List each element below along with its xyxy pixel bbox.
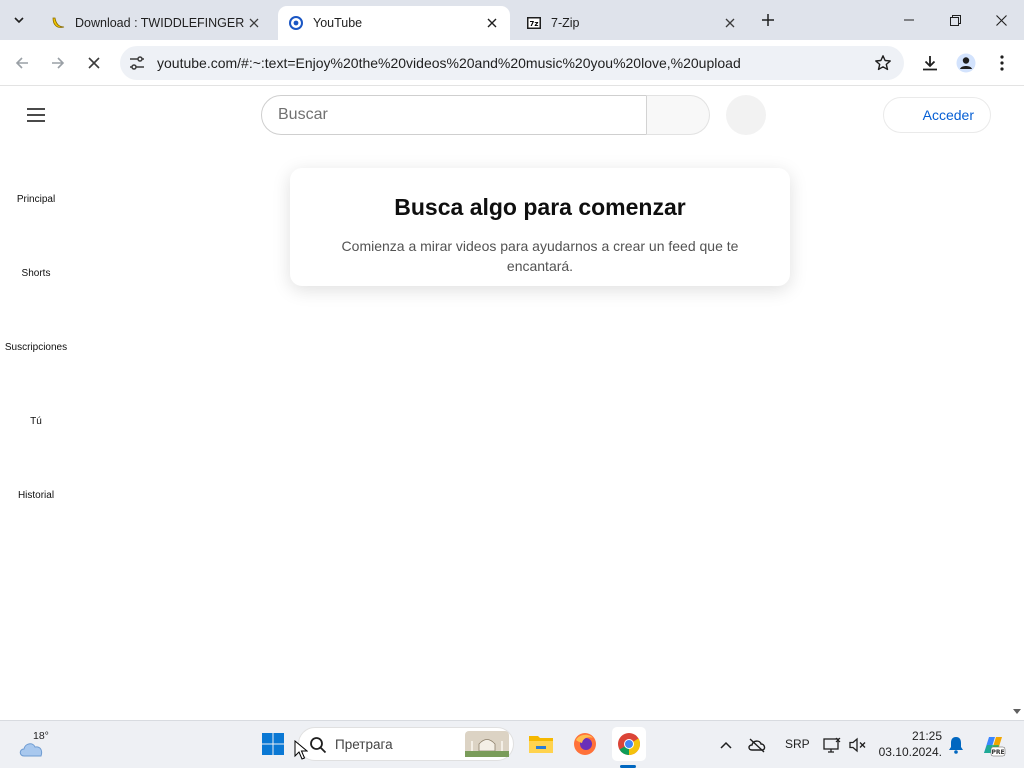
restore-button[interactable]	[932, 0, 978, 40]
empty-feed-message: Comienza a mirar videos para ayudarnos a…	[341, 238, 739, 274]
sidebar-item-label: Tú	[30, 416, 42, 427]
tab-title: 7-Zip	[551, 16, 580, 30]
close-tab-icon[interactable]	[484, 15, 500, 31]
back-button[interactable]	[8, 49, 36, 77]
taskbar-search[interactable]: Претрага	[298, 727, 514, 761]
svg-text:7z: 7z	[530, 20, 539, 28]
url-text: youtube.com/#:~:text=Enjoy%20the%20video…	[157, 55, 741, 71]
tab-search-button[interactable]	[6, 7, 32, 33]
sidebar-item-suscripciones[interactable]: Suscripciones	[0, 342, 72, 353]
browser-toolbar: youtube.com/#:~:text=Enjoy%20the%20video…	[0, 40, 1024, 86]
notifications-button[interactable]	[946, 733, 966, 757]
sidebar-item-principal[interactable]: Principal	[0, 194, 72, 205]
downloads-button[interactable]	[916, 49, 944, 77]
weather-temperature: 18°	[33, 730, 49, 742]
windows-logo-icon	[262, 733, 284, 755]
banana-icon	[50, 15, 66, 31]
empty-feed-card: Busca algo para comenzar Comienza a mira…	[290, 168, 790, 286]
close-icon	[995, 14, 1007, 26]
taj-mahal-icon	[465, 731, 509, 757]
volume-button[interactable]	[848, 733, 868, 757]
plus-icon	[762, 14, 774, 26]
clock-date: 03.10.2024.	[878, 745, 942, 759]
sidebar-item-shorts[interactable]: Shorts	[0, 268, 72, 279]
speaker-muted-icon	[849, 737, 866, 753]
bookmark-star-icon[interactable]	[874, 54, 892, 72]
file-explorer-button[interactable]	[524, 727, 558, 761]
bell-icon	[949, 737, 963, 754]
chrome-button[interactable]	[612, 727, 646, 761]
copilot-icon: PRE	[984, 737, 1006, 757]
sidebar-item-label: Shorts	[21, 268, 51, 279]
copilot-button[interactable]: PRE	[978, 733, 1008, 757]
tab-twiddlefinger[interactable]: Download : TWIDDLEFINGER (C	[40, 6, 272, 40]
mouse-cursor-icon	[294, 740, 308, 760]
sidebar-item-historial[interactable]: Historial	[0, 490, 72, 501]
sign-in-label: Acceder	[922, 107, 974, 123]
minimize-button[interactable]	[886, 0, 932, 40]
start-button[interactable]	[256, 727, 290, 761]
search-button[interactable]	[646, 95, 710, 135]
firefox-icon	[574, 733, 596, 755]
hamburger-menu-icon	[27, 108, 45, 122]
svg-text:PRE: PRE	[991, 749, 1004, 756]
profile-button[interactable]	[952, 49, 980, 77]
sidebar-item-tu[interactable]: Tú	[0, 416, 72, 427]
download-icon	[923, 56, 937, 71]
youtube-loading-icon	[288, 15, 304, 31]
empty-feed-title: Busca algo para comenzar	[394, 194, 686, 220]
tab-title: YouTube	[313, 16, 363, 30]
new-tab-button[interactable]	[758, 10, 778, 30]
7zip-icon: 7z	[526, 15, 542, 31]
minimize-icon	[904, 19, 914, 21]
browser-menu-button[interactable]	[988, 49, 1016, 77]
network-icon	[823, 737, 841, 753]
profile-icon	[956, 53, 976, 73]
close-tab-icon[interactable]	[246, 15, 262, 31]
tab-7zip[interactable]: 7z 7-Zip	[516, 6, 748, 40]
guide-menu-button[interactable]	[22, 101, 50, 129]
tab-youtube[interactable]: YouTube	[278, 6, 510, 40]
windows-taskbar: 18° Претрага SRP 21:25 03.10.2024. PRE	[0, 720, 1024, 768]
arrow-left-icon	[15, 57, 28, 69]
onedrive-button[interactable]	[746, 733, 768, 757]
voice-search-button[interactable]	[726, 95, 766, 135]
search-icon	[310, 737, 327, 754]
firefox-button[interactable]	[568, 727, 602, 761]
chevron-up-icon	[720, 741, 732, 749]
chevron-down-icon	[14, 17, 24, 24]
browser-tab-strip: Download : TWIDDLEFINGER (C YouTube 7z 7…	[0, 0, 1024, 40]
arrow-right-icon	[52, 57, 65, 69]
close-window-button[interactable]	[978, 0, 1024, 40]
cloud-off-icon	[748, 738, 766, 753]
restore-icon	[949, 14, 961, 26]
tab-title: Download : TWIDDLEFINGER (C	[75, 16, 246, 30]
search-input[interactable]: Buscar	[261, 95, 647, 135]
sidebar-item-label: Principal	[16, 194, 56, 205]
chrome-icon	[618, 733, 640, 755]
keyboard-language[interactable]: SRP	[785, 737, 810, 751]
network-button[interactable]	[822, 733, 842, 757]
folder-icon	[529, 736, 553, 753]
close-tab-icon[interactable]	[722, 15, 738, 31]
sign-in-button[interactable]: Acceder	[883, 97, 991, 133]
stop-loading-button[interactable]	[80, 49, 108, 77]
taskbar-search-label: Претрага	[335, 737, 393, 752]
show-hidden-icons-button[interactable]	[716, 733, 736, 757]
address-bar[interactable]: youtube.com/#:~:text=Enjoy%20the%20video…	[120, 46, 904, 80]
sidebar-item-label: Suscripciones	[4, 342, 68, 353]
clock-time: 21:25	[911, 729, 942, 743]
forward-button[interactable]	[44, 49, 72, 77]
sidebar-item-label: Historial	[17, 490, 55, 501]
search-placeholder: Buscar	[278, 106, 328, 123]
weather-widget[interactable]: 18°	[16, 729, 66, 761]
system-clock[interactable]: 21:25 03.10.2024.	[872, 728, 942, 760]
scroll-down-arrow-icon[interactable]	[1012, 706, 1022, 716]
site-settings-icon[interactable]	[128, 54, 146, 72]
more-vert-icon	[1000, 55, 1004, 71]
close-icon	[88, 57, 100, 69]
